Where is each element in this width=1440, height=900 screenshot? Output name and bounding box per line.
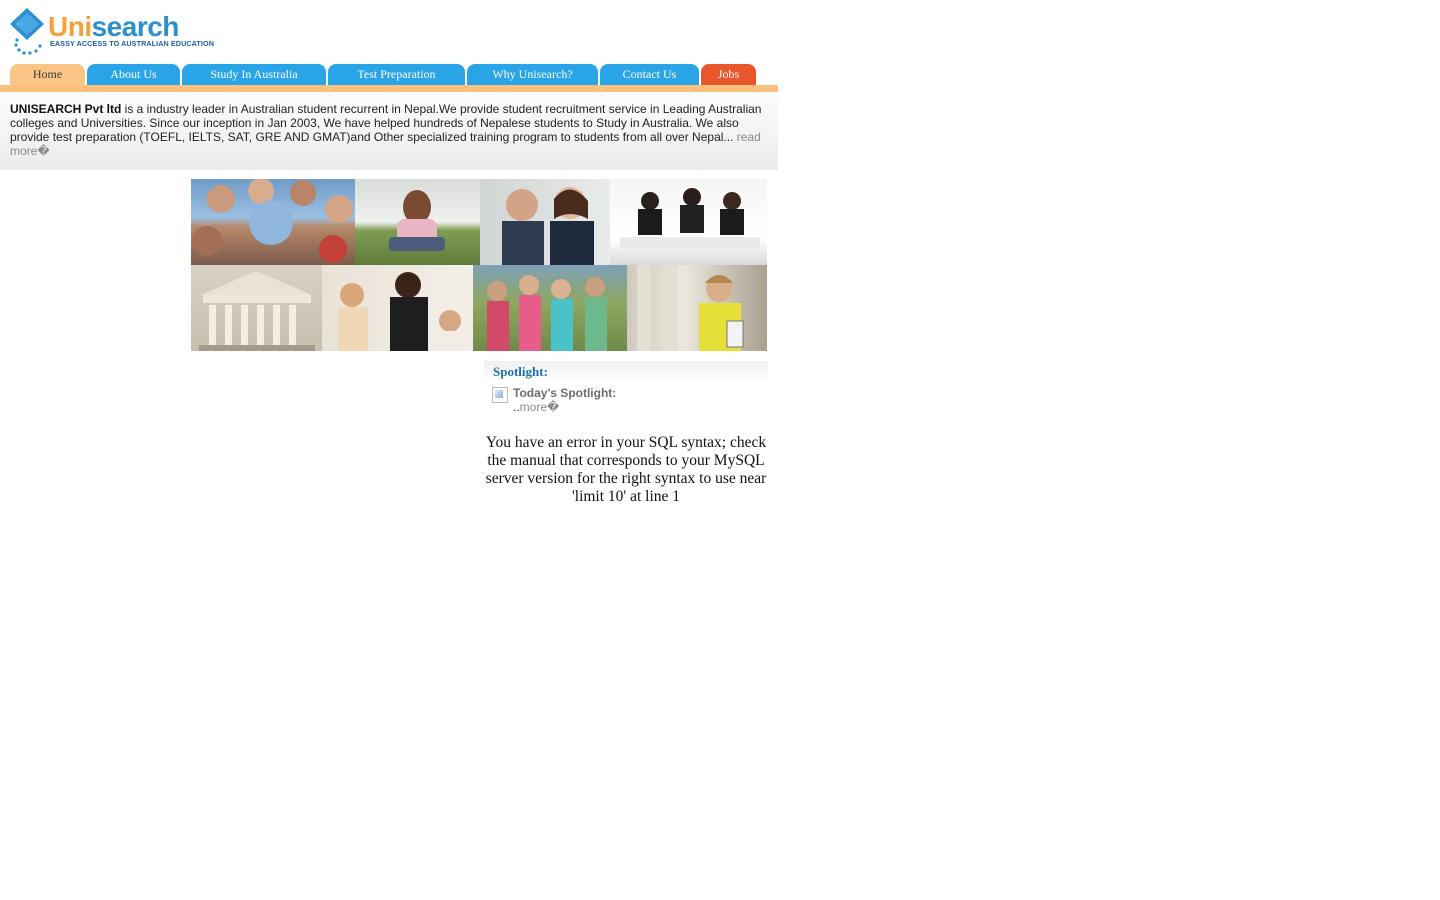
- spotlight-title: Spotlight:: [493, 364, 548, 379]
- site-logo[interactable]: Unisearch EASSY ACCESS TO AUSTRALIAN EDU…: [10, 8, 220, 56]
- logo-tagline: EASSY ACCESS TO AUSTRALIAN EDUCATION: [50, 39, 215, 48]
- students-circle-photo: [191, 179, 355, 265]
- intro-panel: UNISEARCH Pvt ltd is a industry leader i…: [0, 92, 778, 170]
- spotlight-more-link[interactable]: more�: [520, 400, 560, 414]
- nav-tab-home[interactable]: Home: [10, 64, 85, 85]
- spotlight-header: Spotlight:: [484, 361, 768, 383]
- logo-diamond-icon: [10, 8, 44, 55]
- teacher-students-image: [338, 272, 464, 351]
- spotlight-prefix: ..: [513, 400, 520, 414]
- sql-error-message: You have an error in your SQL syntax; ch…: [485, 434, 767, 505]
- nav-tab-study-in-australia[interactable]: Study In Australia: [182, 64, 326, 85]
- student-with-books-image: [637, 265, 744, 351]
- intro-description: is a industry leader in Australian stude…: [10, 102, 762, 144]
- group-of-girls-photo: [473, 265, 627, 351]
- students-circle-image: [192, 179, 353, 263]
- girl-reading-photo: [355, 179, 480, 265]
- nav-underline-bar: [0, 85, 778, 92]
- girl-reading-image: [389, 190, 445, 251]
- group-of-girls-image: [487, 275, 607, 351]
- nav-tab-why-unisearch[interactable]: Why Unisearch?: [467, 64, 598, 85]
- business-couple-photo: [480, 179, 610, 265]
- meeting-photo: [610, 179, 767, 265]
- nav-tab-jobs[interactable]: Jobs: [701, 64, 756, 85]
- business-couple-image: [502, 187, 594, 265]
- teacher-students-photo: [322, 265, 473, 351]
- logo-wordmark: Unisearch: [48, 11, 179, 42]
- intro-text: UNISEARCH Pvt ltd is a industry leader i…: [10, 102, 770, 158]
- university-building-image: [199, 271, 315, 351]
- spotlight-more-line: ..more�: [513, 400, 559, 414]
- nav-tab-test-preparation[interactable]: Test Preparation: [328, 64, 465, 85]
- company-name: UNISEARCH Pvt ltd: [10, 102, 122, 116]
- spotlight-image-icon: [492, 387, 508, 403]
- meeting-image: [620, 188, 760, 249]
- university-building-photo: [191, 265, 322, 351]
- todays-spotlight-label: Today's Spotlight:: [513, 386, 617, 400]
- nav-tab-contact-us[interactable]: Contact Us: [600, 64, 699, 85]
- student-with-books-photo: [627, 265, 767, 351]
- photo-collage: [191, 179, 767, 351]
- nav-tab-about-us[interactable]: About Us: [87, 64, 180, 85]
